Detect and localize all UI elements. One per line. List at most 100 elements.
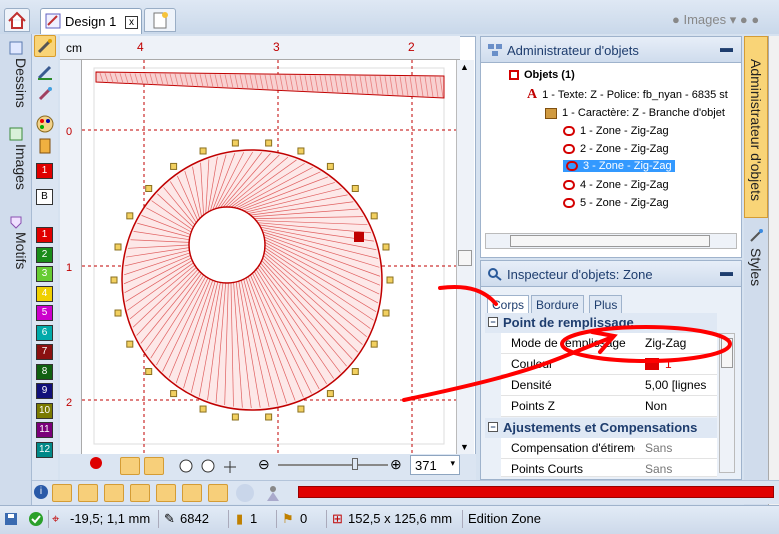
- ruler-mark: 2: [66, 397, 73, 409]
- scroll-up-icon[interactable]: ▲: [460, 62, 469, 72]
- object-manager-panel: Administrateur d'objets ▬ Objets (1) A1 …: [480, 36, 742, 258]
- offscreen-panel-edge: [768, 36, 779, 510]
- tree-row-zone-5[interactable]: 5 - Zone - Zig-Zag: [563, 197, 669, 209]
- tree-row-objets[interactable]: Objets (1): [509, 69, 575, 81]
- edit-mode: Edition Zone: [468, 511, 541, 526]
- tree-row-caractere[interactable]: 1 - Caractère: Z - Branche d'objet: [545, 107, 725, 119]
- cursor-coordinates: -19,5; 1,1 mm: [70, 511, 151, 526]
- new-tab-button[interactable]: [144, 8, 176, 32]
- stitch-direction-button[interactable]: [104, 484, 124, 502]
- node-move-button[interactable]: [208, 484, 228, 502]
- thread-color-swatch[interactable]: 11: [36, 422, 53, 438]
- vertical-ruler: 0 1 2: [60, 60, 82, 456]
- select-nodes-button[interactable]: [52, 484, 72, 502]
- minimize-icon[interactable]: ▬: [720, 40, 733, 55]
- color-count: 1: [250, 511, 258, 526]
- edit-tool-button[interactable]: [34, 83, 56, 105]
- needle-icon: ✎: [164, 511, 175, 526]
- save-icon[interactable]: [4, 512, 18, 526]
- person-icon[interactable]: [264, 484, 282, 502]
- thread-color-swatch[interactable]: 12: [36, 441, 53, 458]
- thread-color-swatch[interactable]: 6: [36, 324, 53, 341]
- styles-icon: [750, 229, 763, 242]
- thread-color-swatch[interactable]: 5: [36, 305, 53, 321]
- select-tool-button[interactable]: [34, 35, 56, 57]
- ruler-mark: 0: [66, 126, 73, 138]
- tab-styles[interactable]: Styles: [748, 248, 764, 286]
- zoom-in-icon[interactable]: ⊕: [390, 456, 402, 473]
- section-adjustments[interactable]: − Ajustements et Compensations: [485, 418, 717, 438]
- edit-shape-button[interactable]: [130, 484, 150, 502]
- home-icon: [8, 11, 26, 29]
- zoom-tools[interactable]: [178, 457, 238, 477]
- home-tab[interactable]: [4, 8, 30, 32]
- zoom-value: 371: [415, 458, 437, 473]
- thread-color-swatch[interactable]: 3: [36, 266, 53, 282]
- scroll-thumb[interactable]: [510, 235, 710, 247]
- zoom-slider-thumb[interactable]: [352, 458, 358, 470]
- prop-pull-compensation[interactable]: Compensation d'étirement Sans: [501, 438, 717, 459]
- tab-object-manager-label: Administrateur d'objets: [748, 59, 764, 201]
- tree-horizontal-scrollbar[interactable]: [485, 233, 737, 249]
- zoom-slider[interactable]: [278, 464, 388, 466]
- snap-toggle-button[interactable]: [144, 457, 164, 475]
- record-icon[interactable]: [90, 457, 102, 469]
- prop-key: Compensation d'étirement: [511, 441, 635, 455]
- size-icon: ⊞: [332, 511, 343, 526]
- grid-toggle-button[interactable]: [120, 457, 140, 475]
- check-icon: [29, 512, 43, 526]
- thread-color-swatch[interactable]: 10: [36, 402, 53, 419]
- text-object-icon: A: [527, 87, 538, 102]
- tab-dessins[interactable]: Dessins: [3, 58, 29, 108]
- palette-tool-button[interactable]: [34, 113, 56, 135]
- thread-color-swatch[interactable]: 8: [36, 363, 53, 380]
- thread-color-swatch[interactable]: 1: [36, 227, 53, 243]
- status-bar: ⌖ -19,5; 1,1 mm ✎ 6842 ▮ 1 ⚑ 0 ⊞ 152,5 x…: [0, 505, 779, 534]
- thread-icon: [39, 138, 51, 154]
- crosshair-icon: ⌖: [52, 511, 60, 526]
- digitize-tool-button[interactable]: [34, 61, 56, 83]
- background-color-swatch[interactable]: B: [36, 189, 53, 205]
- chevron-down-icon[interactable]: ▾: [450, 458, 455, 469]
- images-label: Images: [683, 12, 727, 27]
- tree-row-zone-2[interactable]: 2 - Zone - Zig-Zag: [563, 143, 669, 155]
- zoom-out-icon[interactable]: ⊖: [258, 456, 270, 473]
- right-vertical-tabs: Administrateur d'objets Styles: [744, 36, 768, 510]
- tree-row-zone-4[interactable]: 4 - Zone - Zig-Zag: [563, 179, 669, 191]
- tab-design-1[interactable]: Design 1 x: [40, 8, 142, 34]
- close-icon[interactable]: x: [125, 16, 138, 29]
- thread-color-swatch[interactable]: 2: [36, 246, 53, 263]
- tree-row-texte[interactable]: A1 - Texte: Z - Police: fb_nyan - 6835 s…: [527, 87, 728, 103]
- thread-color-swatch[interactable]: 4: [36, 285, 53, 302]
- tab-images[interactable]: Images: [3, 144, 29, 190]
- ruler-mark: 1: [66, 262, 73, 274]
- new-document-icon: [153, 12, 168, 29]
- thread-chart-button[interactable]: [34, 135, 56, 157]
- prop-key: Points Courts: [511, 462, 584, 476]
- red-annotation: [402, 285, 732, 402]
- current-color-swatch[interactable]: 1: [36, 163, 53, 179]
- tree-row-zone-3[interactable]: 3 - Zone - Zig-Zag: [563, 160, 675, 172]
- tool-palette: 1 B 1 2 3 4 5 6 7 8 9 10 11 12: [32, 34, 58, 510]
- zigzag-zone-icon: [563, 126, 575, 137]
- zigzag-zone-icon: [563, 198, 575, 209]
- angle-button[interactable]: [182, 484, 202, 502]
- scroll-down-icon[interactable]: ▼: [460, 442, 469, 452]
- info-icon[interactable]: i: [34, 485, 48, 499]
- motifs-icon: [10, 216, 22, 229]
- thread-color-swatch[interactable]: 7: [36, 344, 53, 360]
- start-stop-button[interactable]: [156, 484, 176, 502]
- zigzag-zone-icon: [566, 161, 578, 172]
- thread-color-swatch[interactable]: 9: [36, 383, 53, 399]
- left-vertical-tabs: Dessins Images Motifs: [0, 34, 32, 510]
- pencil-icon: [37, 65, 52, 80]
- stitch-view-button[interactable]: [78, 484, 98, 502]
- tree-row-zone-1[interactable]: 1 - Zone - Zig-Zag: [563, 125, 669, 137]
- scroll-thumb[interactable]: [458, 250, 472, 266]
- tab-object-manager[interactable]: Administrateur d'objets: [744, 36, 768, 218]
- objects-icon: [488, 44, 502, 56]
- design-size: 152,5 x 125,6 mm: [348, 511, 453, 526]
- prop-short-stitches[interactable]: Points Courts Sans: [501, 459, 717, 477]
- tab-motifs[interactable]: Motifs: [3, 232, 29, 269]
- zoom-level-field[interactable]: 371 ▾: [410, 455, 460, 475]
